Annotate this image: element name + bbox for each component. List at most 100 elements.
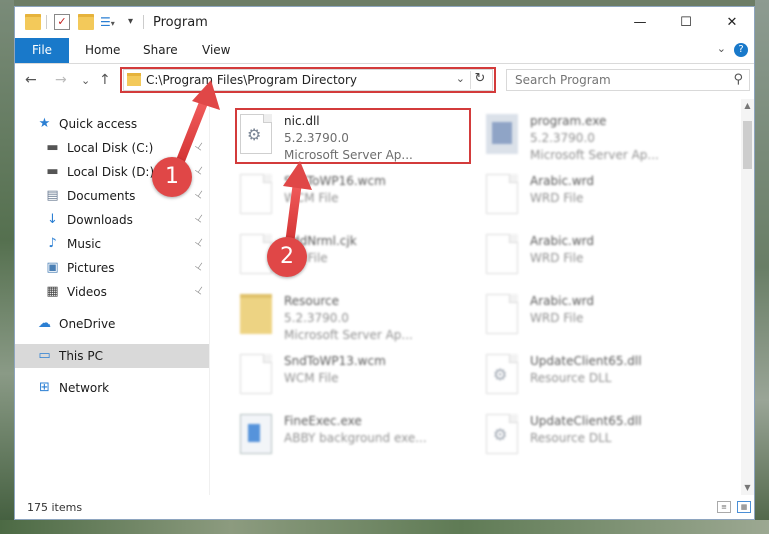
divider: [46, 15, 47, 29]
sidebar-item-label: Pictures: [67, 261, 115, 275]
file-name: Resource: [284, 294, 340, 308]
back-button[interactable]: ←: [25, 72, 37, 88]
scroll-up-icon[interactable]: ▲: [741, 99, 754, 113]
file-detail: ABBY background exe...: [284, 431, 427, 445]
file-item[interactable]: program.exe 5.2.3790.0 Microsoft Server Ap…: [482, 108, 722, 164]
new-folder-icon[interactable]: [78, 14, 94, 30]
properties-icon[interactable]: ✓: [54, 14, 70, 30]
network-icon: ⊞: [39, 380, 50, 395]
ribbon-tabs: File Home Share View ⌄ ?: [15, 38, 754, 64]
vertical-scrollbar[interactable]: ▲ ▼: [741, 99, 754, 495]
sidebar-item-onedrive[interactable]: ☁ OneDrive: [15, 312, 209, 336]
file-name: Arabic.wrd: [530, 174, 595, 188]
sidebar-item-videos[interactable]: ▦ Videos ⊥: [15, 280, 209, 304]
dll-file-icon: [486, 354, 518, 394]
recent-locations-button[interactable]: ⌄: [81, 74, 90, 87]
file-description: Microsoft Server Ap...: [284, 148, 413, 162]
item-count: 175 items: [27, 501, 83, 514]
file-detail: WRD File: [530, 251, 584, 265]
callout-badge-1: 1: [152, 157, 192, 197]
sidebar-item-music[interactable]: ♪ Music ⊥: [15, 232, 209, 256]
pin-icon[interactable]: ⊥: [193, 139, 206, 153]
file-item[interactable]: Arabic.wrd WRD File: [482, 168, 722, 224]
maximize-button[interactable]: ☐: [663, 7, 709, 38]
navigation-bar: ← → ⌄ ↑ C:\Program Files\Program Directo…: [15, 64, 754, 98]
onedrive-icon: ☁: [38, 316, 51, 331]
file-name: program.exe: [530, 114, 607, 128]
file-item[interactable]: SndToWP16.wcm WCM File: [236, 168, 476, 224]
file-item[interactable]: Arabic.wrd WRD File: [482, 228, 722, 284]
pin-icon[interactable]: ⊥: [193, 235, 206, 249]
file-name: UpdateClient65.dll: [530, 414, 642, 428]
forward-button[interactable]: →: [55, 72, 67, 88]
file-name: nic.dll: [284, 114, 320, 128]
pin-icon[interactable]: ⊥: [193, 211, 206, 225]
sidebar-item-downloads[interactable]: ↓ Downloads ⊥: [15, 208, 209, 232]
file-item[interactable]: FineExec.exe ABBY background exe...: [236, 408, 476, 464]
close-button[interactable]: ✕: [709, 7, 755, 38]
document-icon: [486, 174, 518, 214]
file-name: UpdateClient65.dll: [530, 354, 642, 368]
file-item[interactable]: nic.dll 5.2.3790.0 Microsoft Server Ap...: [236, 108, 476, 164]
document-icon: [240, 174, 272, 214]
sidebar-item-label: This PC: [59, 349, 103, 363]
pin-icon[interactable]: ⊥: [193, 187, 206, 201]
document-icon: [486, 234, 518, 274]
sidebar-item-label: Downloads: [67, 213, 133, 227]
file-item[interactable]: UpdateClient65.dll Resource DLL: [482, 348, 722, 404]
file-item[interactable]: Resource 5.2.3790.0 Microsoft Server Ap...: [236, 288, 476, 344]
file-detail: 5.2.3790.0: [530, 131, 595, 145]
document-icon: [240, 354, 272, 394]
file-explorer-window: ✓ ☰▾ ▾ Program — ☐ ✕ File Home Share Vie…: [14, 6, 755, 520]
file-description: Microsoft Server Ap...: [530, 148, 659, 162]
sidebar-item-quick-access[interactable]: ★ Quick access: [15, 112, 209, 136]
dll-file-icon: [240, 114, 272, 154]
search-icon[interactable]: ⚲: [733, 72, 743, 87]
file-detail: WRD File: [530, 191, 584, 205]
large-icons-view-icon[interactable]: ▦: [737, 501, 751, 513]
file-item[interactable]: UpdateClient65.dll Resource DLL: [482, 408, 722, 464]
sidebar-item-this-pc[interactable]: ▭ This PC: [15, 344, 209, 368]
file-name: SndToWP13.wcm: [284, 354, 386, 368]
music-icon: ♪: [48, 236, 57, 251]
desktop-background-right: [755, 0, 769, 534]
sidebar-item-label: OneDrive: [59, 317, 116, 331]
pin-icon[interactable]: ⊥: [193, 163, 206, 177]
tab-home[interactable]: Home: [85, 38, 120, 63]
star-icon: ★: [38, 116, 51, 131]
expand-ribbon-icon[interactable]: ⌄: [717, 42, 726, 55]
sidebar-item-label: Local Disk (D:): [67, 165, 155, 179]
file-name: Arabic.wrd: [530, 294, 595, 308]
file-item[interactable]: SndToWP13.wcm WCM File: [236, 348, 476, 404]
scroll-thumb[interactable]: [743, 121, 752, 169]
downloads-icon: ↓: [47, 212, 58, 227]
address-highlight-box: [120, 67, 496, 93]
help-icon[interactable]: ?: [734, 43, 748, 57]
up-button[interactable]: ↑: [99, 72, 111, 88]
customize-qat-icon[interactable]: ☰▾: [100, 14, 116, 30]
scroll-down-icon[interactable]: ▼: [741, 481, 754, 495]
sidebar-item-local-disk-c[interactable]: ▬ Local Disk (C:) ⊥: [15, 136, 209, 160]
tab-file[interactable]: File: [15, 38, 69, 63]
documents-icon: ▤: [46, 188, 59, 203]
minimize-button[interactable]: —: [617, 7, 663, 38]
drive-icon: ▬: [46, 164, 59, 179]
dll-file-icon: [486, 414, 518, 454]
qat-dropdown-icon[interactable]: ▾: [128, 14, 144, 30]
sidebar-item-pictures[interactable]: ▣ Pictures ⊥: [15, 256, 209, 280]
search-box[interactable]: ⚲: [506, 69, 750, 91]
file-detail: Resource DLL: [530, 431, 612, 445]
file-list: nic.dll5.2.3790.0Microsoft Server Ap...p…: [210, 99, 741, 495]
file-item[interactable]: Arabic.wrd WRD File: [482, 288, 722, 344]
desktop-background-bottom: [0, 520, 769, 534]
pin-icon[interactable]: ⊥: [193, 283, 206, 297]
tab-view[interactable]: View: [202, 38, 230, 63]
sidebar-item-label: Documents: [67, 189, 136, 203]
pc-icon: ▭: [38, 348, 51, 363]
tab-share[interactable]: Share: [143, 38, 178, 63]
details-view-icon[interactable]: ≡: [717, 501, 731, 513]
sidebar-item-network[interactable]: ⊞ Network: [15, 376, 209, 400]
search-input[interactable]: [507, 70, 730, 90]
pin-icon[interactable]: ⊥: [193, 259, 206, 273]
sidebar-item-label: Network: [59, 381, 110, 395]
